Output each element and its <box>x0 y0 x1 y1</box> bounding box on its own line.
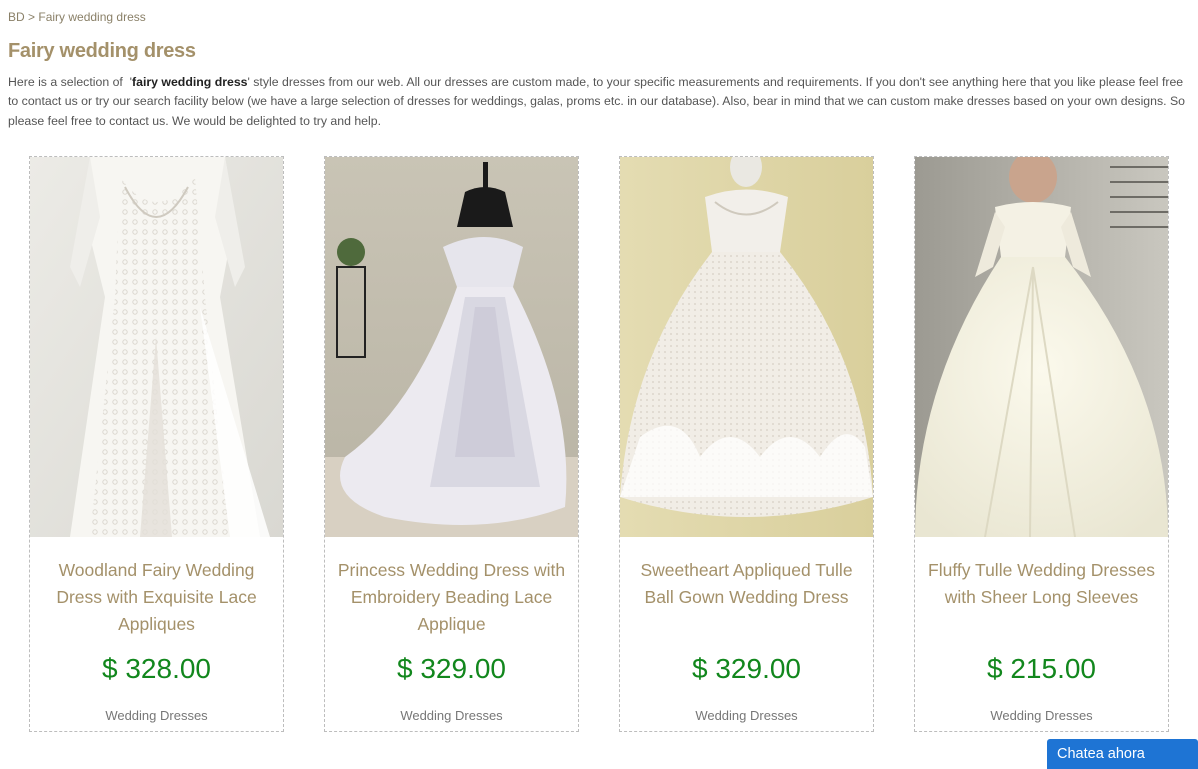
dress-photo-princess <box>325 157 578 537</box>
breadcrumb-home-link[interactable]: BD <box>8 10 25 24</box>
product-card[interactable]: Woodland Fairy Wedding Dress with Exquis… <box>29 156 284 732</box>
breadcrumb-separator: > <box>24 10 39 24</box>
product-image[interactable] <box>620 157 873 537</box>
dress-photo-woodland-fairy <box>30 157 283 537</box>
page-title: Fairy wedding dress <box>8 40 196 62</box>
product-price: $ 328.00 <box>102 653 211 684</box>
dress-photo-fluffy-tulle <box>915 157 1168 537</box>
breadcrumb: BD > Fairy wedding dress <box>8 10 146 24</box>
product-name[interactable]: Sweetheart Appliqued Tulle Ball Gown Wed… <box>632 557 861 611</box>
product-name[interactable]: Woodland Fairy Wedding Dress with Exquis… <box>42 557 271 638</box>
chat-now-button[interactable]: Chatea ahora <box>1047 739 1198 769</box>
product-card[interactable]: Fluffy Tulle Wedding Dresses with Sheer … <box>914 156 1169 732</box>
product-card[interactable]: Princess Wedding Dress with Embroidery B… <box>324 156 579 732</box>
product-price: $ 329.00 <box>692 653 801 684</box>
product-image[interactable] <box>30 157 283 537</box>
intro-before: Here is a selection of ' <box>8 75 133 89</box>
dress-photo-sweetheart <box>620 157 873 537</box>
product-price: $ 215.00 <box>987 653 1096 684</box>
product-category[interactable]: Wedding Dresses <box>30 708 283 723</box>
product-category[interactable]: Wedding Dresses <box>620 708 873 723</box>
product-image[interactable] <box>325 157 578 537</box>
product-category[interactable]: Wedding Dresses <box>325 708 578 723</box>
intro-keyword: fairy wedding dress <box>132 75 248 89</box>
product-card[interactable]: Sweetheart Appliqued Tulle Ball Gown Wed… <box>619 156 874 732</box>
product-category[interactable]: Wedding Dresses <box>915 708 1168 723</box>
breadcrumb-current: Fairy wedding dress <box>38 10 146 24</box>
product-price: $ 329.00 <box>397 653 506 684</box>
product-name[interactable]: Princess Wedding Dress with Embroidery B… <box>337 557 566 638</box>
product-image[interactable] <box>915 157 1168 537</box>
product-name[interactable]: Fluffy Tulle Wedding Dresses with Sheer … <box>927 557 1156 611</box>
intro-text: Here is a selection of 'fairy wedding dr… <box>8 73 1190 131</box>
product-grid: Woodland Fairy Wedding Dress with Exquis… <box>29 156 1169 732</box>
